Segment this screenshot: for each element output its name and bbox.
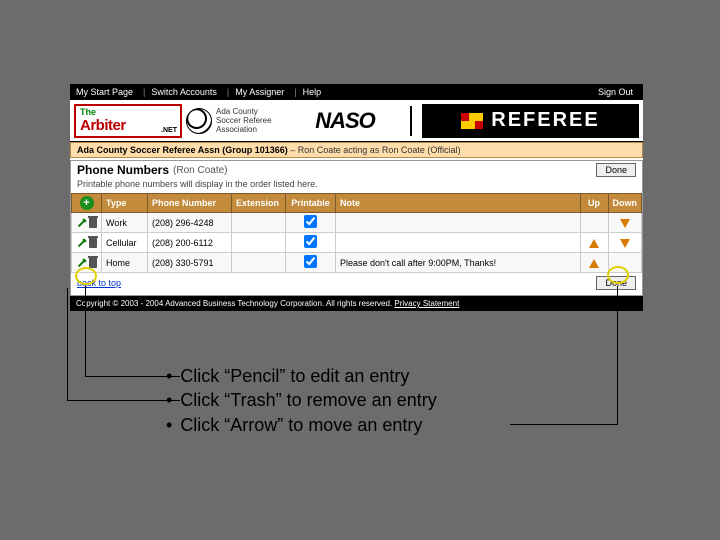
arrow-down-icon[interactable] <box>620 219 630 228</box>
callout-line <box>510 424 618 425</box>
instruction-line: Click “Trash” to remove an entry <box>180 388 436 412</box>
nav-separator: | <box>143 87 145 97</box>
referee-logo-text: REFEREE <box>491 109 599 132</box>
bullet-icon: • <box>166 364 172 388</box>
cell-note: Please don't call after 9:00PM, Thanks! <box>336 253 581 273</box>
nav-separator: | <box>294 87 296 97</box>
ada-county-text: Ada County Soccer Referee Association <box>216 107 272 134</box>
nav-sign-out[interactable]: Sign Out <box>598 87 633 97</box>
table-row: Home(208) 330-5791 Please don't call afte… <box>72 253 642 273</box>
instruction-line: Click “Arrow” to move an entry <box>180 413 422 437</box>
nav-separator: | <box>227 87 229 97</box>
cell-extension <box>232 253 286 273</box>
arbiter-logo-the: The <box>80 107 176 117</box>
arbiter-logo-net: .NET <box>161 127 177 134</box>
divider <box>410 106 412 136</box>
callout-line <box>67 288 68 400</box>
phones-table: + Type Phone Number Extension Printable … <box>71 193 642 273</box>
add-icon[interactable]: + <box>80 196 94 210</box>
callout-line <box>67 400 180 401</box>
section-subtitle: Printable phone numbers will display in … <box>71 179 642 193</box>
cell-type: Home <box>102 253 148 273</box>
section-title: Phone Numbers <box>77 163 169 177</box>
col-note: Note <box>336 194 581 213</box>
trash-icon[interactable] <box>89 258 97 268</box>
col-add: + <box>72 194 102 213</box>
col-down: Down <box>608 194 642 213</box>
col-type: Type <box>102 194 148 213</box>
logo-banner: The Arbiter .NET Ada County Soccer Refer… <box>70 100 643 142</box>
table-row: Work(208) 296-4248 <box>72 213 642 233</box>
col-printable: Printable <box>286 194 336 213</box>
cell-extension <box>232 213 286 233</box>
arbiter-logo: The Arbiter .NET <box>74 104 182 138</box>
referee-flag-icon <box>461 113 483 129</box>
cell-note <box>336 213 581 233</box>
section-header: Phone Numbers (Ron Coate) Done <box>71 161 642 179</box>
bullet-icon: • <box>166 388 172 412</box>
context-org: Ada County Soccer Referee Assn (Group 10… <box>77 145 288 155</box>
arrow-down-icon[interactable] <box>620 239 630 248</box>
nav-start-page[interactable]: My Start Page <box>76 87 133 97</box>
back-to-top-link[interactable]: back to top <box>77 278 121 288</box>
cell-phone: (208) 330-5791 <box>148 253 232 273</box>
cell-phone: (208) 296-4248 <box>148 213 232 233</box>
arrow-up-icon[interactable] <box>589 259 599 268</box>
pencil-icon[interactable] <box>77 258 87 268</box>
section-user: (Ron Coate) <box>173 165 227 176</box>
instruction-line: Click “Pencil” to edit an entry <box>180 364 409 388</box>
context-sep: – <box>288 145 298 155</box>
pencil-icon[interactable] <box>77 238 87 248</box>
naso-logo: NASO <box>290 104 400 138</box>
ada-county-logo: Ada County Soccer Referee Association <box>186 104 286 138</box>
app-window: My Start Page | Switch Accounts | My Ass… <box>70 84 643 311</box>
col-extension: Extension <box>232 194 286 213</box>
nav-help[interactable]: Help <box>303 87 322 97</box>
instructions: • Click “Pencil” to edit an entry • Click … <box>166 364 437 437</box>
context-bar: Ada County Soccer Referee Assn (Group 10… <box>70 142 643 158</box>
cell-type: Cellular <box>102 233 148 253</box>
bullet-icon: • <box>166 413 172 437</box>
copyright-text: Copyright © 2003 - 2004 Advanced Busines… <box>76 299 394 308</box>
col-phone: Phone Number <box>148 194 232 213</box>
cell-phone: (208) 200-6112 <box>148 233 232 253</box>
referee-logo: REFEREE <box>422 104 639 138</box>
pencil-icon[interactable] <box>77 218 87 228</box>
trash-icon[interactable] <box>89 238 97 248</box>
done-button-top[interactable]: Done <box>596 163 636 177</box>
soccer-ball-icon <box>186 108 212 134</box>
cell-extension <box>232 233 286 253</box>
printable-checkbox[interactable] <box>304 255 317 268</box>
section-footer: back to top Done <box>71 273 642 293</box>
context-acting: Ron Coate acting as Ron Coate (Official) <box>298 145 461 155</box>
printable-checkbox[interactable] <box>304 235 317 248</box>
cell-type: Work <box>102 213 148 233</box>
arrow-up-icon[interactable] <box>589 239 599 248</box>
privacy-link[interactable]: Privacy Statement <box>394 299 459 308</box>
nav-switch-accounts[interactable]: Switch Accounts <box>151 87 217 97</box>
printable-checkbox[interactable] <box>304 215 317 228</box>
nav-my-assigner[interactable]: My Assigner <box>235 87 284 97</box>
col-up: Up <box>580 194 608 213</box>
trash-icon[interactable] <box>89 218 97 228</box>
copyright-bar: Copyright © 2003 - 2004 Advanced Busines… <box>70 296 643 311</box>
top-nav: My Start Page | Switch Accounts | My Ass… <box>70 84 643 100</box>
table-row: Cellular(208) 200-6112 <box>72 233 642 253</box>
cell-note <box>336 233 581 253</box>
done-button-bottom[interactable]: Done <box>596 276 636 290</box>
phone-section: Phone Numbers (Ron Coate) Done Printable… <box>70 160 643 296</box>
